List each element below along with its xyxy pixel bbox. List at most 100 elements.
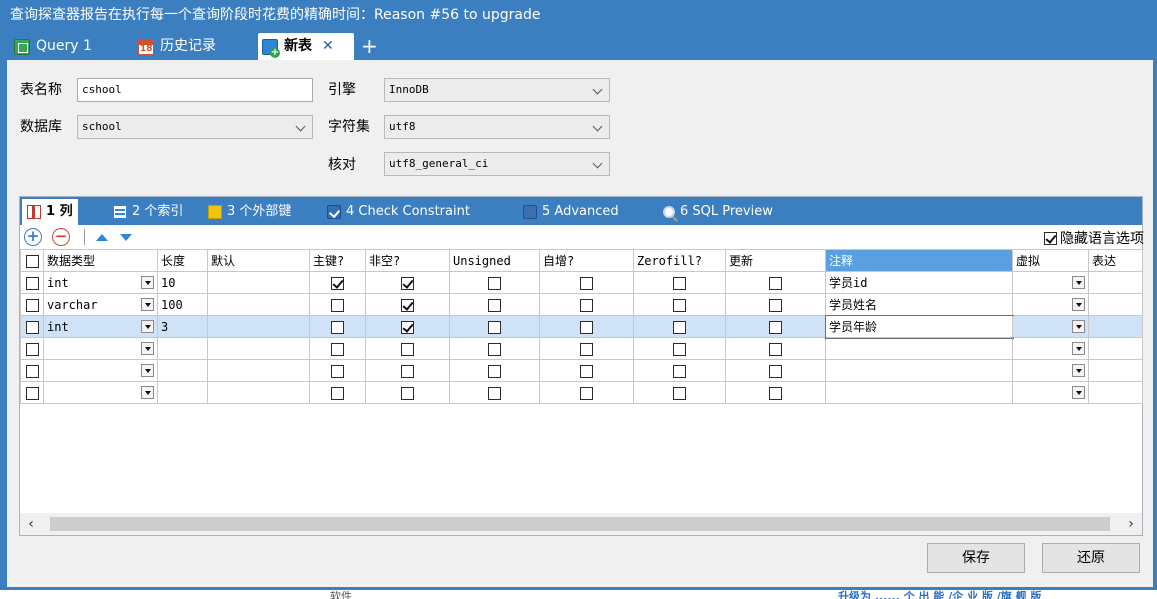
primary-key-cell[interactable]	[309, 271, 366, 294]
unsigned-checkbox[interactable]	[488, 386, 501, 400]
unsigned-cell[interactable]	[449, 271, 540, 294]
zerofill-checkbox[interactable]	[673, 386, 686, 400]
expression-cell[interactable]	[1088, 271, 1143, 294]
update-checkbox[interactable]	[769, 298, 782, 312]
datatype-cell[interactable]: int	[43, 315, 158, 338]
dropdown-arrow-icon[interactable]	[141, 364, 154, 377]
zerofill-cell[interactable]	[633, 381, 726, 404]
datatype-cell[interactable]: int	[43, 271, 158, 294]
select-all-checkbox[interactable]	[25, 254, 39, 268]
tab-new-table[interactable]: 新表 ✕	[258, 33, 354, 60]
default-cell[interactable]	[207, 359, 310, 382]
row-select-checkbox[interactable]	[25, 298, 39, 312]
row-select-cell[interactable]	[20, 337, 44, 360]
not-null-cell[interactable]	[365, 293, 450, 316]
collation-select[interactable]: utf8_general_ci	[384, 152, 610, 176]
update-checkbox[interactable]	[769, 342, 782, 356]
primary-key-checkbox[interactable]	[331, 342, 344, 356]
subtab-indexes[interactable]: 2 个索引	[108, 199, 188, 225]
header-update[interactable]: 更新	[725, 249, 826, 272]
not-null-cell[interactable]	[365, 381, 450, 404]
zerofill-checkbox[interactable]	[673, 298, 686, 312]
update-cell[interactable]	[725, 271, 826, 294]
zerofill-cell[interactable]	[633, 359, 726, 382]
update-cell[interactable]	[725, 293, 826, 316]
not-null-checkbox[interactable]	[401, 298, 414, 312]
hide-language-checkbox[interactable]	[1044, 231, 1057, 245]
default-cell[interactable]	[207, 337, 310, 360]
length-cell[interactable]: 3	[157, 315, 208, 338]
virtual-cell[interactable]	[1012, 271, 1089, 294]
comment-cell[interactable]: 学员id	[825, 271, 1013, 294]
footer-upgrade-link[interactable]: 升级为 ...... 个 出 能 /企 业 版 /旗 舰 版	[838, 591, 1041, 599]
unsigned-checkbox[interactable]	[488, 276, 501, 290]
move-up-icon[interactable]	[96, 234, 108, 241]
dropdown-arrow-icon[interactable]	[1072, 276, 1085, 289]
virtual-cell[interactable]	[1012, 337, 1089, 360]
row-select-cell[interactable]	[20, 293, 44, 316]
table-row[interactable]: varchar 100 学员姓名	[20, 293, 1143, 316]
expression-cell[interactable]	[1088, 381, 1143, 404]
header-default[interactable]: 默认	[207, 249, 310, 272]
row-select-cell[interactable]	[20, 359, 44, 382]
dropdown-arrow-icon[interactable]	[1072, 320, 1085, 333]
tab-history[interactable]: 历史记录	[134, 33, 220, 60]
auto-increment-checkbox[interactable]	[580, 320, 593, 334]
row-select-checkbox[interactable]	[25, 364, 39, 378]
header-length[interactable]: 长度	[157, 249, 208, 272]
update-checkbox[interactable]	[769, 364, 782, 378]
datatype-cell[interactable]	[43, 337, 158, 360]
expression-cell[interactable]	[1088, 293, 1143, 316]
add-column-button[interactable]: +	[24, 228, 42, 246]
table-row[interactable]: int 3 学员年龄	[20, 314, 1143, 339]
expression-cell[interactable]	[1088, 337, 1143, 360]
subtab-columns[interactable]: 1 列	[22, 199, 78, 225]
auto-increment-checkbox[interactable]	[580, 342, 593, 356]
length-cell[interactable]	[157, 381, 208, 404]
charset-select[interactable]: utf8	[384, 115, 610, 139]
subtab-sql-preview[interactable]: 6 SQL Preview	[658, 199, 778, 225]
dropdown-arrow-icon[interactable]	[141, 276, 154, 289]
not-null-checkbox[interactable]	[401, 342, 414, 356]
primary-key-cell[interactable]	[309, 337, 366, 360]
length-cell[interactable]	[157, 359, 208, 382]
dropdown-arrow-icon[interactable]	[141, 320, 154, 333]
primary-key-checkbox[interactable]	[331, 364, 344, 378]
default-cell[interactable]	[207, 271, 310, 294]
comment-cell[interactable]	[825, 381, 1013, 404]
dropdown-arrow-icon[interactable]	[1072, 386, 1085, 399]
horizontal-scrollbar[interactable]: ‹ ›	[20, 513, 1142, 535]
not-null-cell[interactable]	[365, 337, 450, 360]
comment-cell[interactable]: 学员姓名	[825, 293, 1013, 316]
auto-increment-checkbox[interactable]	[580, 276, 593, 290]
header-comment[interactable]: 注释	[825, 249, 1013, 272]
zerofill-cell[interactable]	[633, 315, 726, 338]
expression-cell[interactable]	[1088, 315, 1143, 338]
unsigned-cell[interactable]	[449, 381, 540, 404]
subtab-advanced[interactable]: 5 Advanced	[518, 199, 624, 225]
revert-button[interactable]: 还原	[1042, 543, 1140, 573]
table-name-input[interactable]: cshool	[77, 78, 313, 102]
unsigned-checkbox[interactable]	[488, 342, 501, 356]
primary-key-checkbox[interactable]	[331, 298, 344, 312]
move-down-icon[interactable]	[120, 234, 132, 241]
unsigned-checkbox[interactable]	[488, 298, 501, 312]
unsigned-checkbox[interactable]	[488, 364, 501, 378]
default-cell[interactable]	[207, 315, 310, 338]
zerofill-cell[interactable]	[633, 337, 726, 360]
header-virtual[interactable]: 虚拟	[1012, 249, 1089, 272]
row-select-checkbox[interactable]	[25, 320, 39, 334]
zerofill-checkbox[interactable]	[673, 276, 686, 290]
datatype-cell[interactable]: varchar	[43, 293, 158, 316]
length-cell[interactable]: 10	[157, 271, 208, 294]
unsigned-cell[interactable]	[449, 359, 540, 382]
row-select-cell[interactable]	[20, 271, 44, 294]
scroll-left-icon[interactable]: ‹	[20, 513, 42, 535]
header-expression[interactable]: 表达	[1088, 249, 1143, 272]
hide-language-options[interactable]: 隐藏语言选项	[1044, 228, 1144, 248]
table-row[interactable]	[20, 381, 1143, 404]
auto-increment-cell[interactable]	[539, 337, 634, 360]
dropdown-arrow-icon[interactable]	[1072, 342, 1085, 355]
virtual-cell[interactable]	[1012, 315, 1089, 338]
zerofill-checkbox[interactable]	[673, 364, 686, 378]
